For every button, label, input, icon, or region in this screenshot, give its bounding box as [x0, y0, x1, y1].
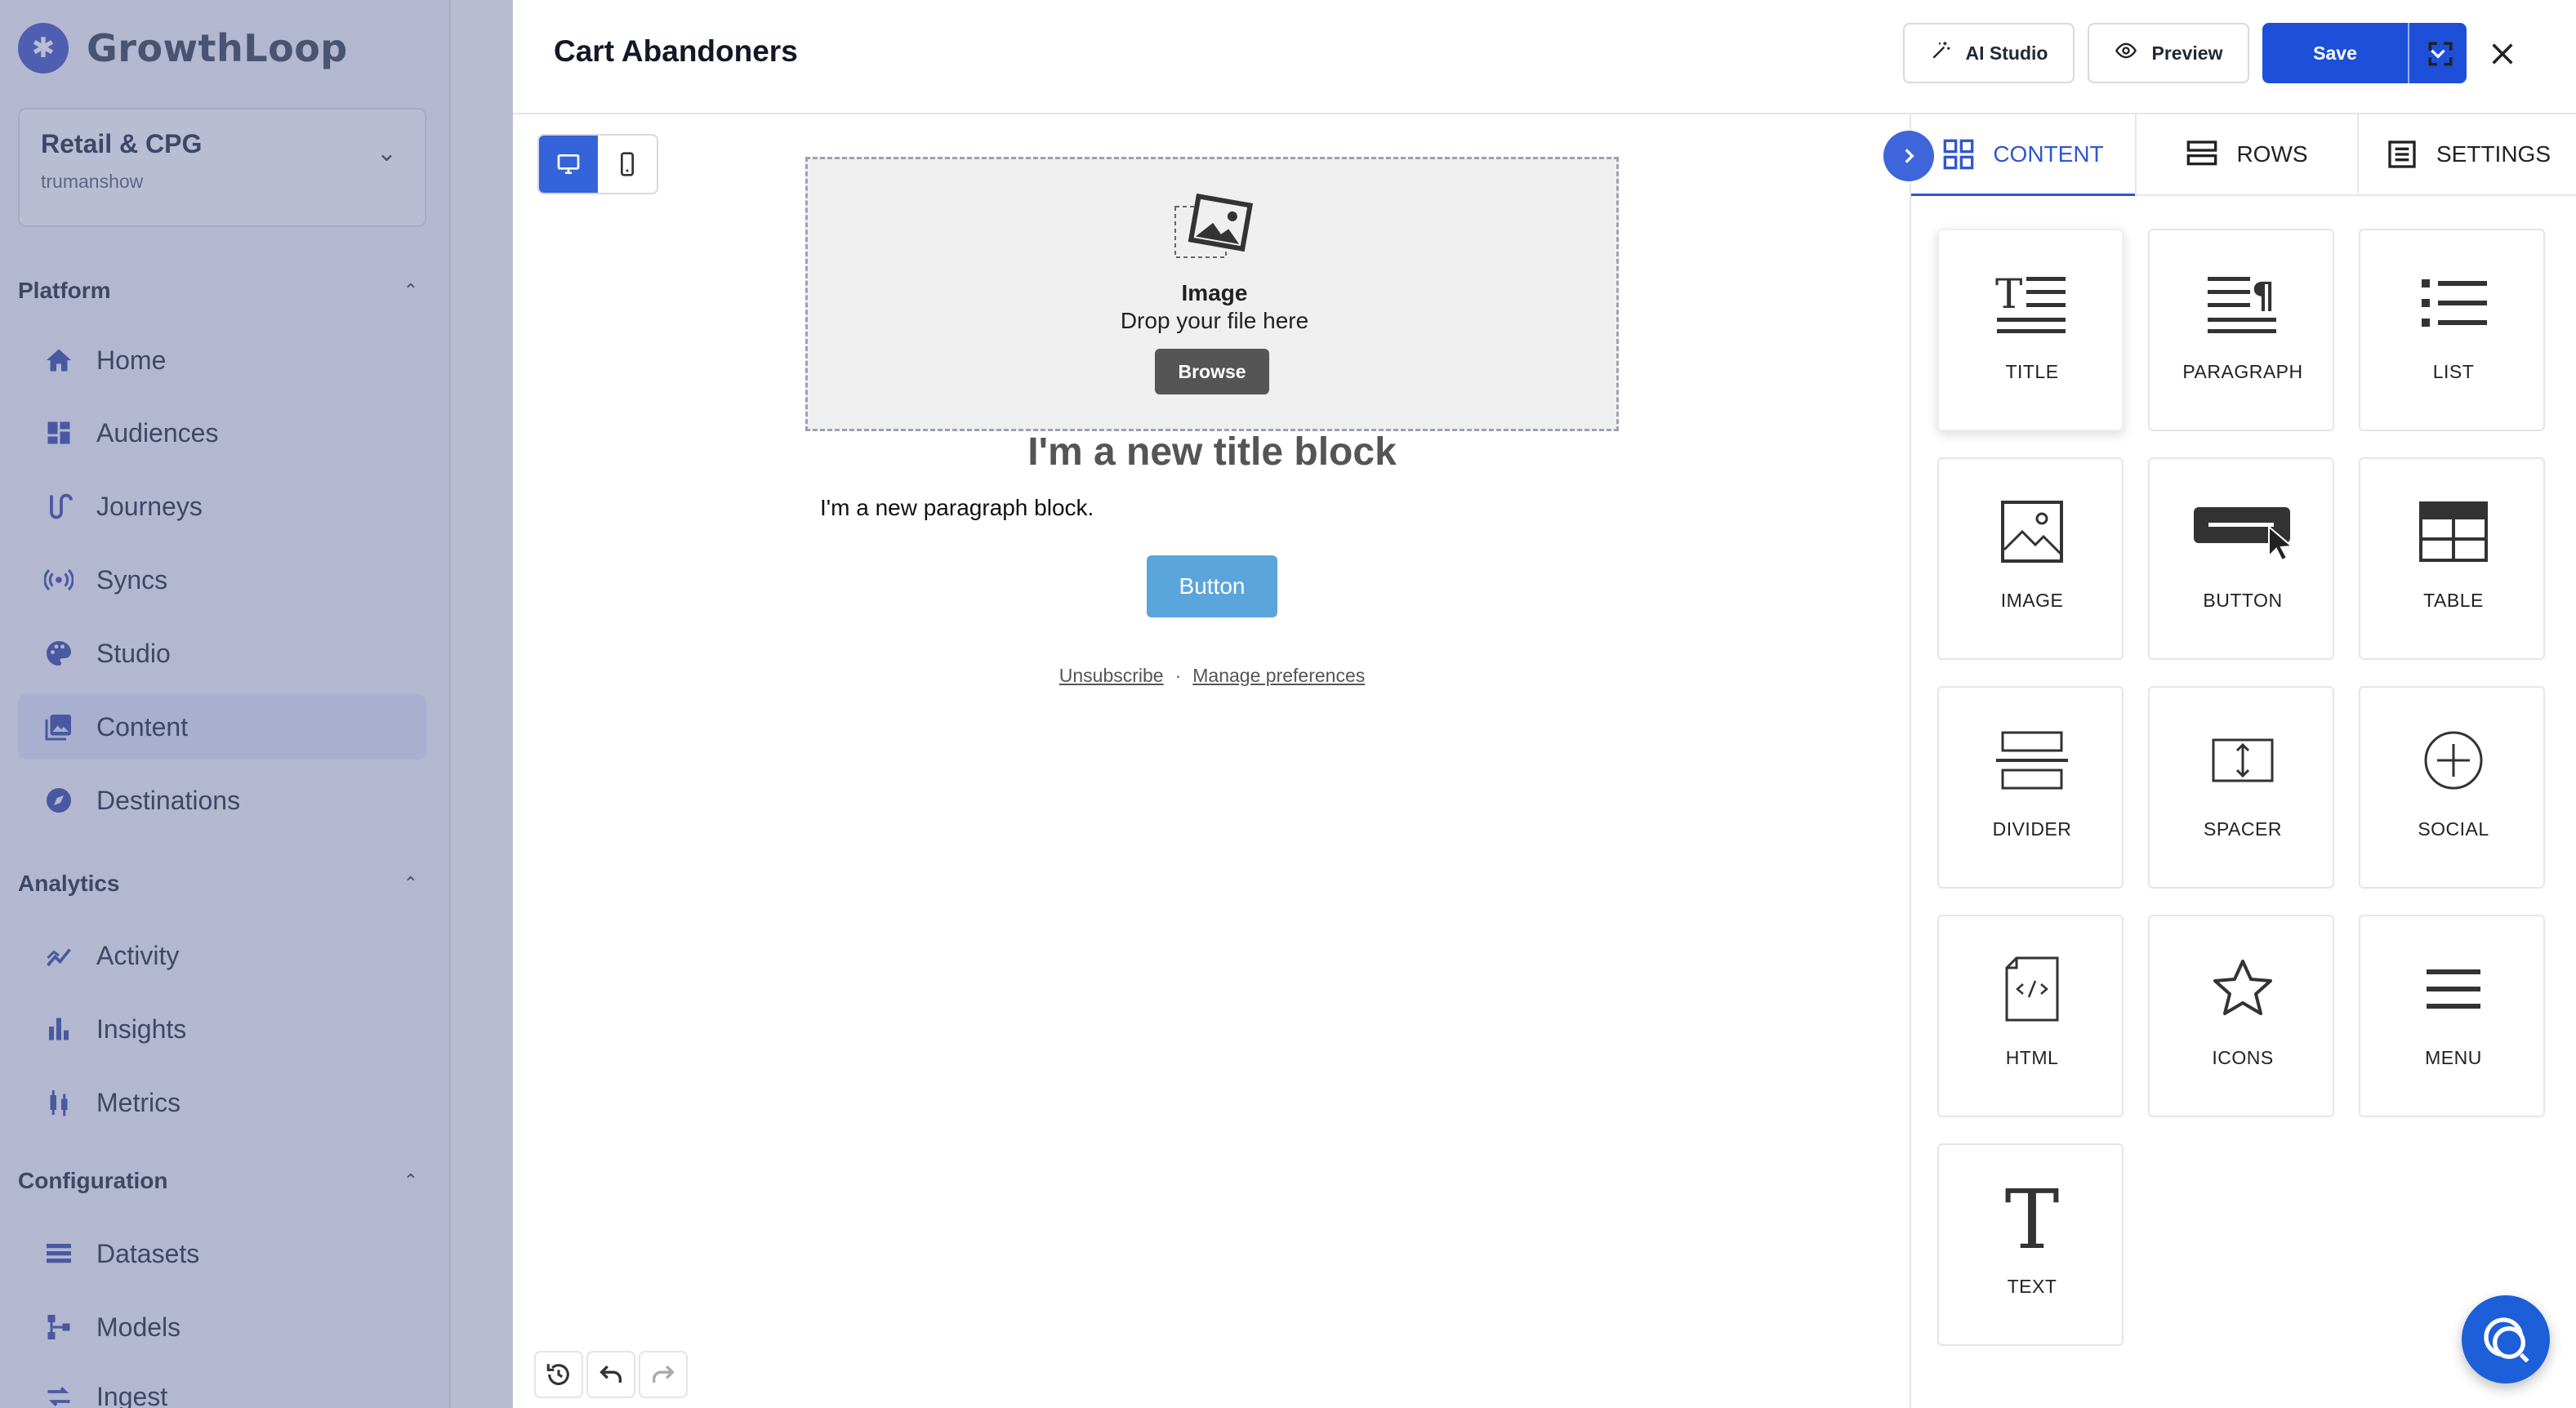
- block-paragraph[interactable]: ¶ PARAGRAPH: [2148, 229, 2334, 431]
- list-icon: [2360, 266, 2547, 340]
- rows-icon: [2187, 140, 2217, 166]
- svg-text:T: T: [1995, 270, 2022, 318]
- paragraph-icon: ¶: [2150, 266, 2336, 340]
- redo-icon: [652, 1365, 675, 1383]
- html-icon: [1939, 952, 2125, 1026]
- block-social[interactable]: SOCIAL: [2359, 686, 2545, 889]
- block-html[interactable]: HTML: [1937, 915, 2124, 1117]
- block-label: ICONS: [2212, 1047, 2274, 1068]
- mobile-view-button[interactable]: [598, 136, 657, 193]
- preview-button[interactable]: Preview: [2088, 23, 2249, 83]
- svg-text:¶: ¶: [2252, 275, 2275, 317]
- block-divider[interactable]: DIVIDER: [1937, 686, 2124, 889]
- footer-separator: ·: [1174, 665, 1182, 686]
- block-label: SPACER: [2204, 818, 2282, 840]
- tab-label: ROWS: [2236, 141, 2308, 167]
- email-footer: Unsubscribe · Manage preferences: [805, 665, 1619, 687]
- tab-rows[interactable]: ROWS: [2135, 114, 2357, 196]
- image-subtitle: Drop your file here: [1120, 308, 1309, 333]
- block-label: SOCIAL: [2418, 818, 2489, 840]
- settings-doc-icon: [2388, 140, 2416, 168]
- block-label: LIST: [2432, 361, 2475, 382]
- image-placeholder-icon: [1174, 193, 1255, 268]
- blocks-panel: CONTENT ROWS SETTINGS T TITLE ¶ PARAGRAP…: [1883, 114, 2576, 1408]
- save-button[interactable]: Save: [2262, 23, 2409, 83]
- grid-icon: [1943, 139, 1974, 169]
- email-editor-modal: Cart Abandoners AI Studio Preview Save I…: [513, 0, 2576, 1408]
- tab-label: CONTENT: [1993, 140, 2104, 167]
- block-label: MENU: [2425, 1047, 2482, 1068]
- browse-button[interactable]: Browse: [1155, 349, 1269, 394]
- image-drop-zone[interactable]: Image Drop your file here Browse: [805, 157, 1619, 431]
- editor-topbar: Cart Abandoners AI Studio Preview Save: [513, 0, 2576, 114]
- unsubscribe-link[interactable]: Unsubscribe: [1059, 665, 1164, 686]
- ai-studio-button[interactable]: AI Studio: [1903, 23, 2075, 83]
- block-label: HTML: [2005, 1047, 2059, 1068]
- history-button[interactable]: [534, 1351, 583, 1398]
- redo-button[interactable]: [639, 1351, 688, 1398]
- button-icon: [2150, 495, 2336, 568]
- history-icon: [546, 1364, 569, 1385]
- spacer-icon: [2150, 724, 2336, 797]
- block-title[interactable]: T TITLE: [1937, 229, 2124, 431]
- tab-settings[interactable]: SETTINGS: [2357, 114, 2576, 196]
- ai-studio-label: AI Studio: [1965, 42, 2048, 64]
- mobile-icon: [621, 152, 634, 176]
- undo-icon: [599, 1365, 622, 1383]
- panel-tabs: CONTENT ROWS SETTINGS: [1911, 114, 2576, 196]
- magic-wand-icon: [1930, 40, 1951, 66]
- fullscreen-button[interactable]: [2416, 29, 2465, 78]
- paragraph-block[interactable]: I'm a new paragraph block.: [820, 495, 1094, 521]
- eye-icon: [2115, 39, 2137, 67]
- block-image[interactable]: IMAGE: [1937, 457, 2124, 660]
- block-label: BUTTON: [2203, 590, 2283, 611]
- desktop-view-button[interactable]: [539, 136, 598, 193]
- block-label: IMAGE: [2000, 590, 2064, 611]
- social-icon: [2360, 724, 2547, 797]
- email-button-block[interactable]: Button: [1147, 555, 1277, 617]
- block-menu[interactable]: MENU: [2359, 915, 2545, 1117]
- block-label: TITLE: [2005, 361, 2059, 382]
- menu-icon: [2360, 952, 2547, 1026]
- tab-label: SETTINGS: [2436, 141, 2551, 167]
- block-label: DIVIDER: [1992, 818, 2072, 840]
- desktop-icon: [557, 154, 580, 174]
- history-toolbar: [534, 1351, 688, 1398]
- image-icon: [1939, 495, 2125, 568]
- block-label: TEXT: [2007, 1276, 2057, 1297]
- device-toggle: [537, 134, 658, 194]
- block-list[interactable]: LIST: [2359, 229, 2545, 431]
- page-title: Cart Abandoners: [554, 34, 798, 68]
- modal-backdrop[interactable]: [0, 0, 515, 1408]
- block-button[interactable]: BUTTON: [2148, 457, 2334, 660]
- collapse-panel-button[interactable]: [1883, 131, 1934, 181]
- chat-support-button[interactable]: [2462, 1295, 2550, 1383]
- block-table[interactable]: TABLE: [2359, 457, 2545, 660]
- undo-button[interactable]: [586, 1351, 635, 1398]
- manage-preferences-link[interactable]: Manage preferences: [1192, 665, 1365, 686]
- close-button[interactable]: [2478, 29, 2527, 78]
- chevron-right-icon: [1905, 149, 1914, 163]
- block-spacer[interactable]: SPACER: [2148, 686, 2334, 889]
- image-title: Image: [1181, 280, 1248, 305]
- star-icon: [2150, 952, 2336, 1026]
- preview-label: Preview: [2151, 42, 2223, 64]
- chat-icon: [2484, 1317, 2529, 1363]
- text-icon: T: [1939, 1181, 2125, 1254]
- block-icons[interactable]: ICONS: [2148, 915, 2334, 1117]
- title-block[interactable]: I'm a new title block: [805, 430, 1619, 475]
- block-label: PARAGRAPH: [2182, 361, 2303, 382]
- block-text[interactable]: T TEXT: [1937, 1143, 2124, 1346]
- table-icon: [2360, 495, 2547, 568]
- divider-icon: [1939, 724, 2125, 797]
- tab-content[interactable]: CONTENT: [1911, 114, 2135, 196]
- block-label: TABLE: [2423, 590, 2484, 611]
- fullscreen-icon: [2428, 42, 2453, 66]
- title-icon: T: [1939, 266, 2125, 340]
- close-icon: [2492, 43, 2513, 65]
- svg-text:T: T: [2005, 1181, 2060, 1254]
